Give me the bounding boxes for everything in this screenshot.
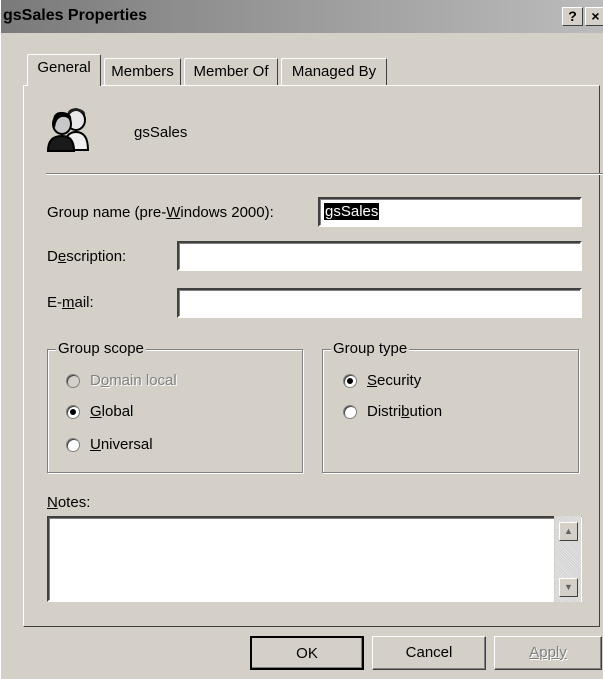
cancel-button[interactable]: Cancel [372,636,486,670]
notes-scrollbar[interactable]: ▲ ▼ [554,516,581,602]
apply-button[interactable]: Apply [494,636,602,670]
apply-button-label: Apply [529,644,567,661]
radio-circle [66,373,80,388]
group-scope-title: Group scope [56,340,146,357]
group-name-field[interactable]: gsSales [318,197,582,227]
scroll-down-arrow-icon[interactable]: ▼ [559,578,578,597]
email-label: E-mail: [47,294,94,311]
group-scope-box: Group scope Domain local Global Universa… [47,340,303,473]
radio-circle [66,437,80,452]
group-name-label: Group name (pre-Windows 2000): [47,204,274,221]
tab-members[interactable]: Members [104,58,181,85]
tab-member-of[interactable]: Member Of [184,58,278,85]
email-field[interactable] [177,288,582,318]
scope-universal-radio[interactable]: Universal [66,436,153,453]
group-users-icon [46,108,90,152]
close-button[interactable]: × [585,7,603,26]
scope-global-radio[interactable]: Global [66,403,133,420]
ok-button[interactable]: OK [250,636,364,670]
scope-domain-local-label: Domain local [90,372,177,389]
group-type-box: Group type Security Distribution [322,340,579,473]
type-distribution-label: Distribution [367,403,443,420]
scope-global-label: Global [90,403,134,420]
window-title: gsSales Properties [3,7,148,24]
title-bar[interactable]: gsSales Properties ? × [1,0,603,33]
radio-circle [343,373,357,388]
tab-general[interactable]: General [27,54,101,86]
description-field[interactable] [177,241,582,271]
type-security-label: Security [367,372,422,389]
radio-circle [343,404,357,419]
group-display-name: gsSales [134,124,188,141]
scope-universal-label: Universal [90,436,153,453]
scope-domain-local-radio[interactable]: Domain local [66,372,177,389]
scroll-up-arrow-icon[interactable]: ▲ [559,522,578,541]
notes-textarea[interactable] [47,516,582,602]
tab-managed-by[interactable]: Managed By [281,58,387,85]
header-separator [46,173,603,175]
radio-circle [66,404,80,419]
general-tab-panel: gsSales Group name (pre-Windows 2000): g… [23,85,603,627]
description-label: Description: [47,248,127,265]
properties-dialog: gsSales Properties ? × General Members M… [0,0,603,679]
type-distribution-radio[interactable]: Distribution [343,403,442,420]
notes-label: Notes: [47,494,91,511]
type-security-radio[interactable]: Security [343,372,421,389]
help-button[interactable]: ? [562,7,583,26]
group-type-title: Group type [331,340,410,357]
